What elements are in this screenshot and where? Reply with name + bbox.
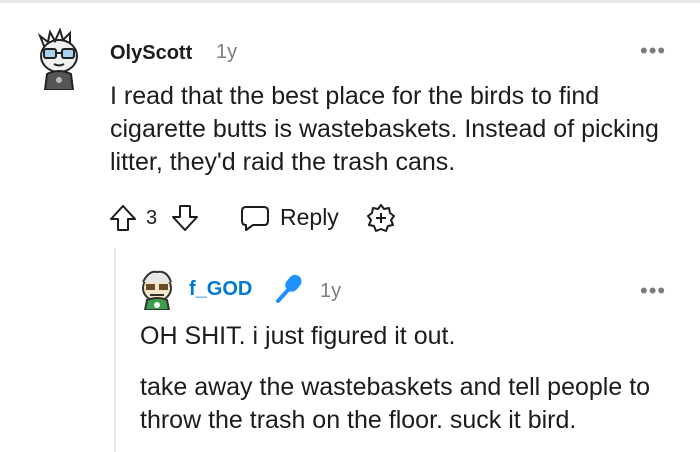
reply-paragraph: OH SHIT. i just figured it out.	[140, 322, 456, 350]
top-divider	[0, 0, 700, 3]
downvote-icon[interactable]	[170, 203, 200, 233]
vote-count: 3	[146, 207, 158, 229]
reply-author[interactable]: f_GOD	[189, 278, 252, 301]
upvote-icon[interactable]	[108, 203, 138, 233]
comment-age: 1y	[216, 41, 238, 63]
comment-body: I read that the best place for the birds…	[110, 82, 659, 176]
award-icon[interactable]	[366, 203, 396, 233]
reply-button[interactable]: Reply	[240, 200, 370, 234]
reply-paragraph: take away the wastebaskets and tell peop…	[140, 373, 651, 434]
microphone-icon	[276, 274, 302, 303]
more-options-icon[interactable]: •••	[640, 280, 666, 302]
reply-label: Reply	[280, 204, 339, 230]
comment-author[interactable]: OlyScott	[110, 42, 192, 65]
avatar[interactable]	[30, 28, 88, 90]
more-options-icon[interactable]: •••	[640, 40, 666, 62]
reply-body: OH SHIT. i just figured it out. take awa…	[140, 320, 680, 437]
reply-age: 1y	[320, 280, 342, 302]
reply-icon	[241, 206, 269, 231]
avatar[interactable]	[137, 268, 177, 310]
thread-line[interactable]	[114, 248, 116, 452]
